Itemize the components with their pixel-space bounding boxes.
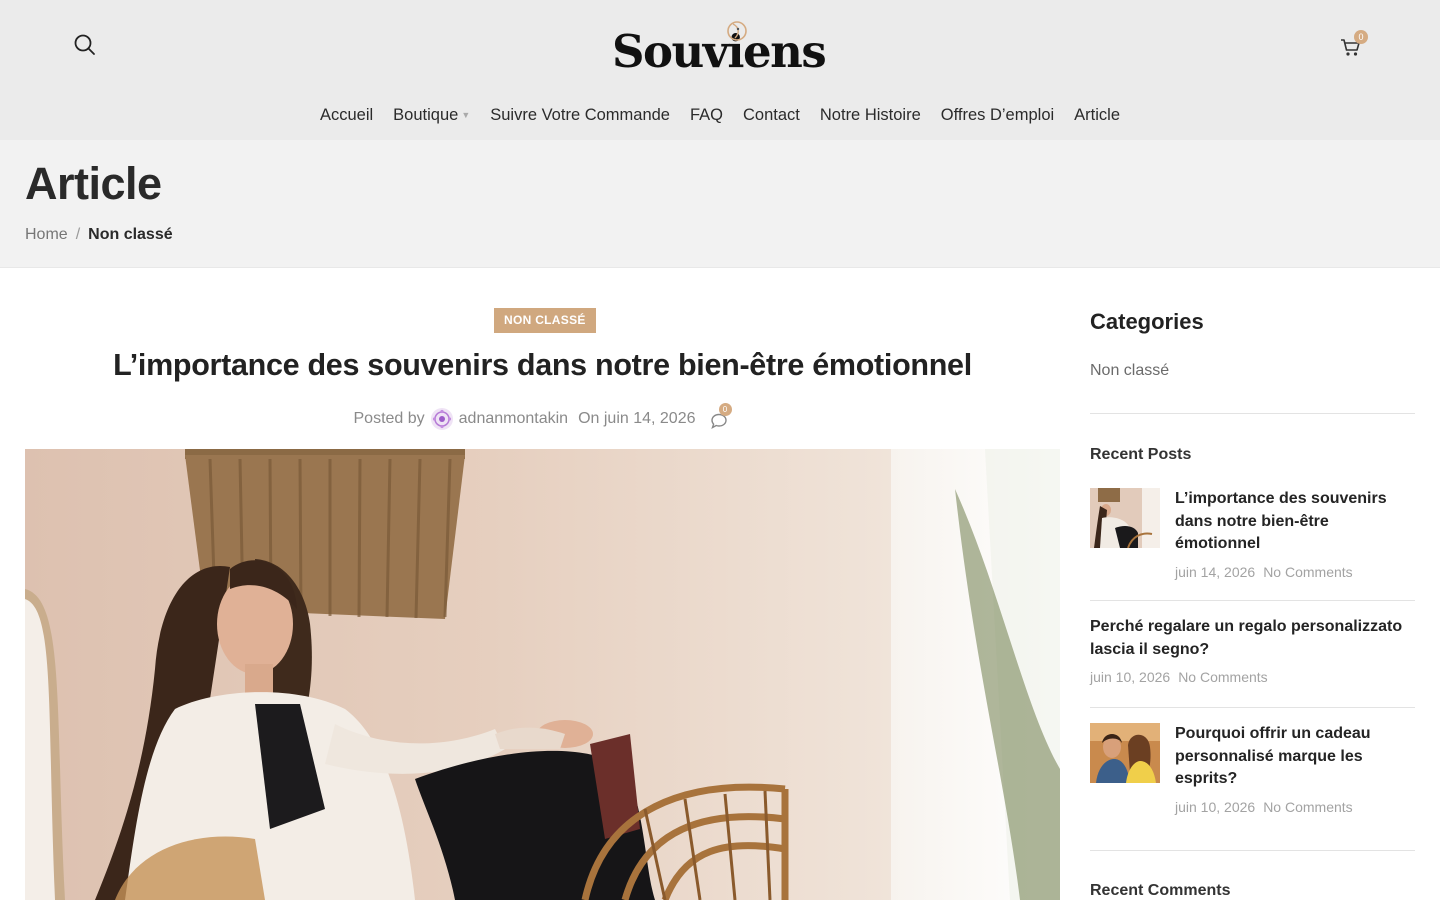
nav-label: Accueil	[319, 105, 374, 124]
recent-post-meta: juin 10, 2026 No Comments	[1090, 669, 1415, 685]
breadcrumb-home-link[interactable]: Home	[25, 226, 68, 244]
recent-post-title[interactable]: Pourquoi offrir un cadeau personnalisé m…	[1175, 723, 1415, 791]
divider	[1090, 707, 1415, 708]
breadcrumb-current: Non classé	[88, 226, 173, 243]
category-link-non-classe[interactable]: Non classé	[1090, 362, 1169, 380]
divider	[1090, 413, 1415, 414]
main-navigation: Accueil Boutique ▼ Suivre Votre Commande …	[0, 100, 1440, 130]
page-title: Article	[25, 158, 162, 209]
nav-item-article[interactable]: Article	[1064, 100, 1130, 130]
comment-count-badge: 0	[718, 403, 732, 416]
post-date: On juin 14, 2026	[578, 410, 696, 427]
nav-item-offres-emploi[interactable]: Offres D’emploi	[931, 100, 1064, 130]
site-header: Souviens 0 Accueil Boutique ▼ Suivre Votr…	[0, 0, 1440, 140]
recent-post-date: juin 10, 2026	[1090, 669, 1171, 685]
nav-label: Article	[1074, 105, 1121, 124]
search-icon[interactable]	[72, 32, 98, 58]
recent-post-item: Perché regalare un regalo personalizzato…	[1090, 616, 1415, 696]
recent-post-comments-link[interactable]: No Comments	[1263, 564, 1352, 580]
chevron-down-icon: ▼	[461, 110, 471, 120]
posted-by-label: Posted by	[353, 410, 425, 427]
recent-post-meta: juin 10, 2026 No Comments	[1175, 799, 1415, 815]
logo-text: Souviens	[612, 25, 827, 78]
nav-label: Offres D’emploi	[940, 105, 1055, 124]
recent-post-comments-link[interactable]: No Comments	[1178, 669, 1267, 685]
site-logo[interactable]: Souviens	[612, 18, 832, 78]
recent-post-title[interactable]: L’importance des souvenirs dans notre bi…	[1175, 488, 1415, 556]
categories-heading: Categories	[1090, 309, 1204, 334]
recent-post-thumbnail[interactable]	[1090, 488, 1160, 548]
post-title: L’importance des souvenirs dans notre bi…	[113, 348, 972, 382]
recent-post-meta: juin 14, 2026 No Comments	[1175, 564, 1415, 580]
nav-label: Boutique	[393, 105, 459, 124]
post-meta: Posted by adnanmontakin On juin 14, 2026…	[25, 403, 1060, 430]
recent-post-item: L’importance des souvenirs dans notre bi…	[1090, 488, 1415, 598]
author-avatar	[430, 408, 453, 430]
post-category-badge[interactable]: NON CLASSÉ	[494, 308, 596, 333]
divider	[1090, 600, 1415, 601]
nav-item-boutique[interactable]: Boutique ▼	[383, 100, 480, 130]
nav-item-notre-histoire[interactable]: Notre Histoire	[810, 100, 931, 130]
nav-item-faq[interactable]: FAQ	[680, 100, 733, 130]
nav-label: FAQ	[690, 105, 724, 124]
page-title-band: Article Home / Non classé	[0, 140, 1440, 268]
post-featured-image	[25, 449, 1060, 900]
recent-comments-heading: Recent Comments	[1090, 882, 1231, 899]
nav-label: Suivre Votre Commande	[490, 105, 670, 124]
logo-ornament-icon	[724, 18, 750, 44]
nav-item-accueil[interactable]: Accueil	[310, 100, 383, 130]
author-link[interactable]: adnanmontakin	[459, 410, 568, 428]
recent-post-comments-link[interactable]: No Comments	[1263, 799, 1352, 815]
nav-label: Contact	[743, 105, 800, 124]
breadcrumb: Home / Non classé	[25, 226, 173, 244]
recent-post-date: juin 10, 2026	[1175, 798, 1256, 815]
comments-button[interactable]: 0	[710, 403, 732, 429]
cart-count-badge: 0	[1354, 30, 1368, 44]
nav-item-contact[interactable]: Contact	[733, 100, 810, 130]
recent-post-title[interactable]: Perché regalare un regalo personalizzato…	[1090, 616, 1415, 661]
divider	[1090, 850, 1415, 851]
recent-post-date: juin 14, 2026	[1175, 563, 1256, 580]
cart-button[interactable]: 0	[1338, 30, 1372, 62]
nav-label: Notre Histoire	[819, 105, 921, 124]
recent-posts-heading: Recent Posts	[1090, 446, 1192, 463]
recent-post-item: Pourquoi offrir un cadeau personnalisé m…	[1090, 723, 1415, 833]
recent-post-thumbnail[interactable]	[1090, 723, 1160, 783]
nav-item-suivre-commande[interactable]: Suivre Votre Commande	[480, 100, 680, 130]
breadcrumb-separator: /	[75, 226, 81, 243]
